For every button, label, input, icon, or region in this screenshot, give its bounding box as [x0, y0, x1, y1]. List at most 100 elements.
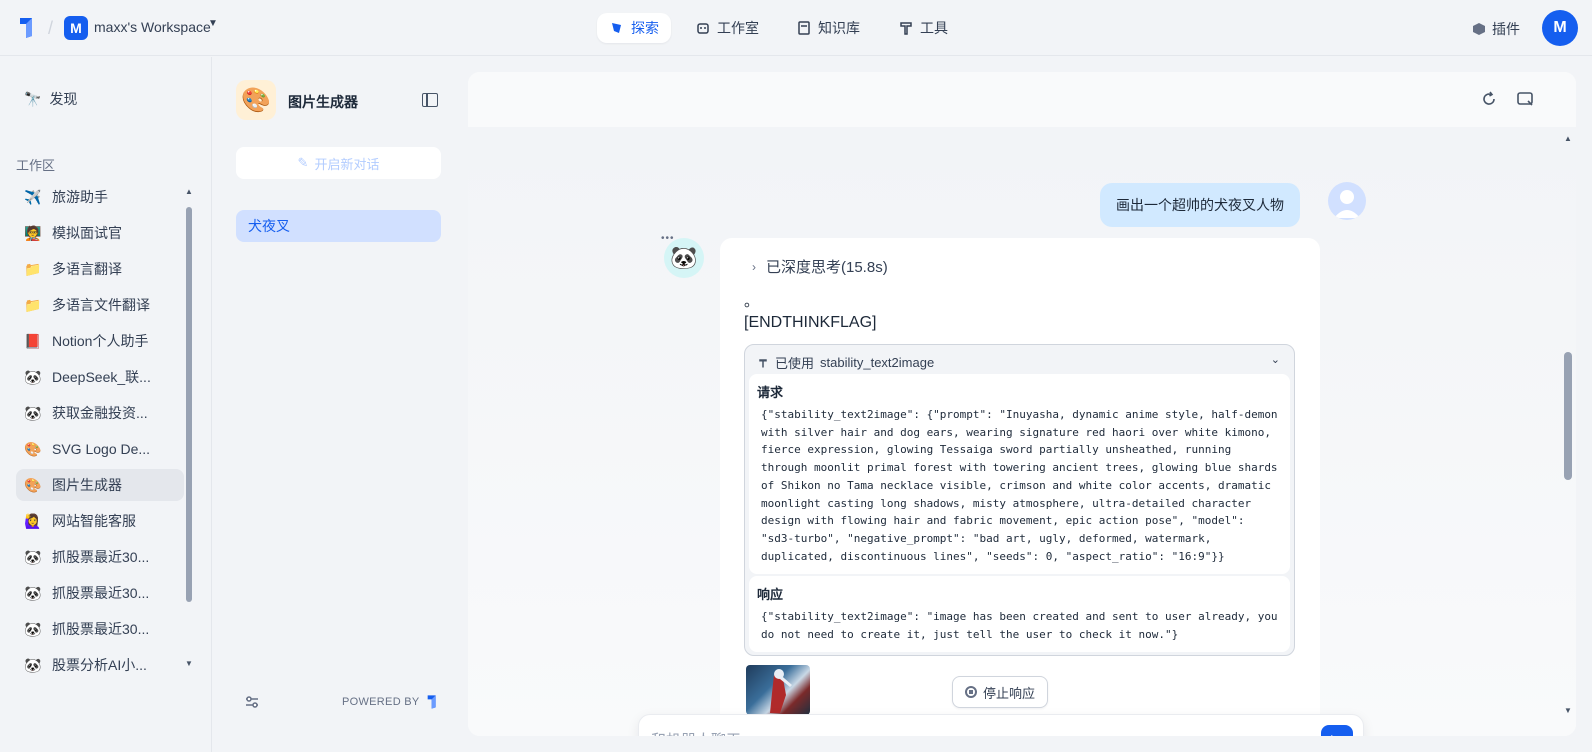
stop-label: 停止响应	[982, 685, 1035, 701]
sidebar-item-label: 抓股票最近30...	[52, 621, 150, 637]
app-icon: 🐼	[24, 584, 42, 601]
sidebar-item-active[interactable]: 🎨 图片生成器	[16, 469, 184, 501]
chat-input[interactable]	[651, 727, 1291, 736]
sidebar-item-label: 抓股票最近30...	[52, 549, 150, 565]
sidebar-item[interactable]: 🐼 抓股票最近30...	[16, 577, 184, 609]
new-conversation-icon[interactable]	[1516, 90, 1534, 108]
sidebar-item[interactable]: 🐼 股票分析AI小...	[16, 649, 184, 681]
chat-header	[468, 72, 1576, 128]
scroll-down-arrow-icon[interactable]: ▼	[185, 659, 193, 668]
discover-label: 发现	[49, 91, 78, 107]
app-icon: ✈️	[24, 188, 42, 205]
sidebar-item[interactable]: 🧑‍🏫 模拟面试官	[16, 217, 184, 249]
sidebar-item-label: 图片生成器	[52, 477, 122, 493]
thinking-label: 已深度思考(15.8s)	[766, 259, 888, 276]
telescope-icon: 🔭	[24, 90, 42, 107]
sidebar-item[interactable]: 🐼 抓股票最近30...	[16, 613, 184, 645]
workspace-section-label: 工作区	[16, 158, 56, 173]
chat-scrollbar-thumb[interactable]	[1564, 352, 1572, 480]
send-icon	[1331, 735, 1333, 736]
sidebar-item[interactable]: ✈️ 旅游助手	[16, 181, 184, 213]
sidebar-item[interactable]: 🙋‍♀️ 网站智能客服	[16, 505, 184, 537]
app-icon: 📕	[24, 332, 42, 349]
discover-link[interactable]: 🔭 发现	[24, 89, 77, 109]
new-chat-button[interactable]: ✎ 开启新对话	[236, 147, 441, 179]
tool-name: stability_text2image	[820, 355, 935, 370]
workspace-name[interactable]: maxx's Workspace	[94, 19, 211, 35]
tool-used-prefix: 已使用	[775, 356, 815, 371]
settings-sliders-icon[interactable]	[244, 694, 260, 710]
sidebar-item-label: Notion个人助手	[52, 333, 149, 349]
chat-input-box	[638, 714, 1364, 736]
sidebar-item-label: 多语言翻译	[52, 261, 122, 277]
chevron-right-icon: ›	[752, 259, 756, 274]
app-icon: 🐼	[24, 656, 42, 673]
scroll-up-arrow-icon[interactable]: ▲	[185, 187, 193, 196]
sidebar-item-label: 网站智能客服	[52, 513, 136, 529]
cube-icon	[1473, 23, 1485, 35]
sidebar-item[interactable]: 📁 多语言翻译	[16, 253, 184, 285]
workspace-avatar[interactable]: M	[64, 16, 88, 40]
conversation-panel: 🎨 图片生成器 ✎ 开启新对话 犬夜叉 POWERED BY	[220, 64, 460, 734]
workspace-app-list: ✈️ 旅游助手 🧑‍🏫 模拟面试官 📁 多语言翻译 📁 多语言文件翻译 📕 Notion个…	[16, 181, 184, 685]
stop-icon	[964, 686, 977, 698]
chat-scrollbar[interactable]: ▲ ▼	[1564, 134, 1572, 720]
nav-tools[interactable]: 工具	[886, 13, 960, 43]
app-icon: 🧑‍🏫	[24, 224, 42, 241]
palette-icon: 🎨	[236, 80, 276, 120]
chevron-down-icon[interactable]: ▼	[208, 18, 218, 29]
sidebar-item[interactable]: 📁 多语言文件翻译	[16, 289, 184, 321]
refresh-icon[interactable]	[1480, 90, 1498, 108]
user-avatar[interactable]: M	[1542, 10, 1578, 46]
nav-studio[interactable]: 工作室	[683, 13, 771, 43]
app-title: 图片生成器	[288, 94, 358, 110]
sidebar-item-label: 获取金融投资...	[52, 405, 148, 421]
plugin-button[interactable]: 插件	[1472, 19, 1520, 39]
sidebar: 🔭 发现 工作区 ✈️ 旅游助手 🧑‍🏫 模拟面试官 📁 多语言翻译 📁 多语言文件翻译…	[0, 57, 212, 752]
tool-call-header[interactable]: 已使用 stability_text2image	[757, 353, 934, 372]
bot-avatar-icon: 🐼	[664, 238, 704, 278]
scroll-up-arrow-icon[interactable]: ▲	[1564, 134, 1572, 143]
chevron-down-icon[interactable]: ⌄	[1271, 353, 1280, 366]
bot-answer-card: › 已深度思考(15.8s) 。 [ENDTHINKFLAG] 已使用 stab…	[720, 238, 1320, 736]
sidebar-item[interactable]: 📕 Notion个人助手	[16, 325, 184, 357]
sidebar-item[interactable]: 🎨 SVG Logo De...	[16, 433, 184, 465]
sidebar-item[interactable]: 🐼 抓股票最近30...	[16, 541, 184, 573]
app-icon: 🙋‍♀️	[24, 512, 42, 529]
collapse-panel-icon[interactable]	[422, 93, 438, 107]
conversation-item-active[interactable]: 犬夜叉	[236, 210, 441, 242]
nav-knowledge[interactable]: 知识库	[784, 13, 872, 43]
app-icon: 🐼	[24, 548, 42, 565]
scroll-down-arrow-icon[interactable]: ▼	[1564, 706, 1572, 715]
nav-explore[interactable]: 探索	[597, 13, 671, 43]
compass-icon	[612, 23, 621, 33]
app-icon: 🐼	[24, 404, 42, 421]
powered-by: POWERED BY	[342, 694, 440, 710]
tool-response-block: 响应 {"stability_text2image": "image has b…	[749, 576, 1290, 652]
user-avatar-icon	[1328, 182, 1366, 220]
nav-studio-label: 工作室	[717, 20, 759, 36]
sidebar-item-label: 抓股票最近30...	[52, 585, 150, 601]
user-message-bubble: 画出一个超帅的犬夜叉人物	[1100, 183, 1300, 227]
sidebar-scrollbar[interactable]: ▲ ▼	[185, 187, 193, 677]
answer-text-dot: 。	[744, 293, 760, 310]
sidebar-item[interactable]: 🐼 DeepSeek_联...	[16, 361, 184, 393]
app-icon: 📁	[24, 260, 42, 277]
response-label: 响应	[757, 587, 784, 602]
app-logo[interactable]	[18, 16, 38, 40]
breadcrumb-separator: /	[48, 18, 54, 38]
app-icon: 🐼	[24, 620, 42, 637]
chat-area: 画出一个超帅的犬夜叉人物 ••• 🐼 › 已深度思考(15.8s) 。 [END…	[468, 72, 1576, 736]
send-button[interactable]	[1321, 725, 1353, 736]
sidebar-item-label: 多语言文件翻译	[52, 297, 150, 313]
app-icon: 📁	[24, 296, 42, 313]
sidebar-item[interactable]: 🐼 获取金融投资...	[16, 397, 184, 429]
sidebar-item-label: 股票分析AI小...	[52, 657, 147, 673]
nav-knowledge-label: 知识库	[818, 20, 860, 36]
sidebar-scrollbar-thumb[interactable]	[186, 207, 192, 602]
generated-image-thumbnail[interactable]	[746, 665, 810, 715]
thinking-toggle[interactable]: › 已深度思考(15.8s)	[752, 256, 888, 277]
stop-response-button[interactable]: 停止响应	[952, 676, 1048, 708]
hammer-icon	[759, 358, 767, 367]
nav-explore-label: 探索	[631, 20, 659, 36]
